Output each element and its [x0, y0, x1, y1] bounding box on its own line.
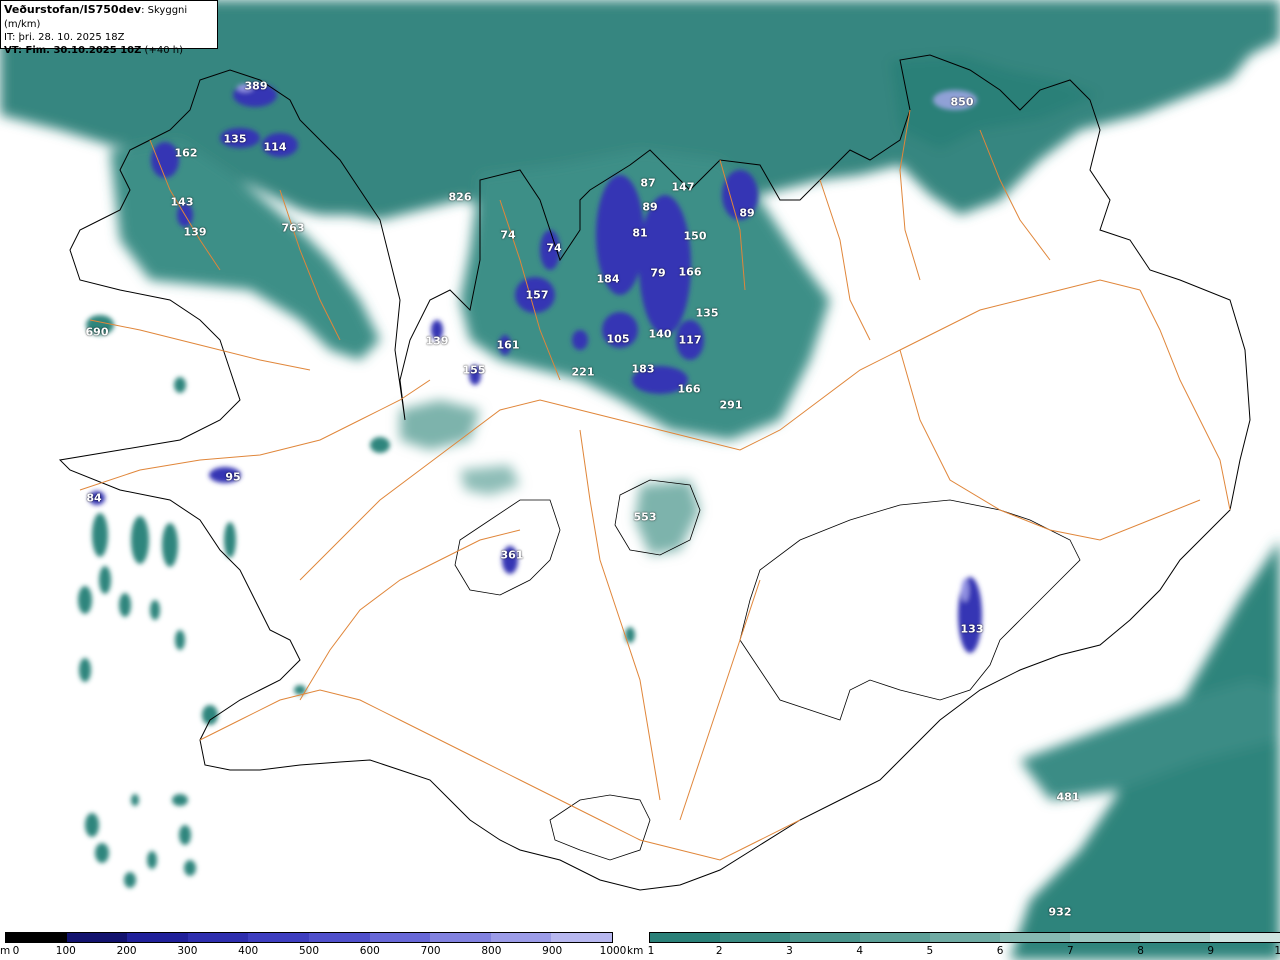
- visibility-km-patches: [78, 315, 635, 888]
- visibility-value-label: 826: [448, 190, 472, 204]
- legend-tick-label: 100: [55, 945, 76, 957]
- legend-swatch: [248, 933, 309, 942]
- legend-swatch: [1210, 933, 1280, 942]
- legend-tick-label: 700: [420, 945, 441, 957]
- legend-tick-label: 200: [116, 945, 137, 957]
- legend-tick-label: 2: [715, 945, 723, 957]
- legend-swatch: [6, 933, 67, 942]
- visibility-value-label: 166: [677, 382, 701, 396]
- header-title-line: Veðurstofan/IS750dev: Skyggni (m/km): [4, 3, 214, 31]
- legend-tick-label: 10: [1274, 945, 1280, 957]
- visibility-value-label: 89: [739, 206, 755, 220]
- legend-swatch: [187, 933, 249, 942]
- legend-swatch: [490, 933, 552, 942]
- visibility-value-label: 690: [85, 325, 109, 339]
- legend-swatch: [308, 933, 370, 942]
- visibility-value-label: 291: [719, 398, 743, 412]
- visibility-value-label: 89: [642, 200, 658, 214]
- visibility-value-label: 114: [263, 140, 287, 154]
- visibility-value-label: 166: [678, 265, 702, 279]
- legend-visibility-km: km 1 2 3 4 5 6 7 8 9 10: [625, 932, 1280, 958]
- legend-tick-label: 5: [926, 945, 934, 957]
- legend-swatch: [930, 933, 1000, 942]
- visibility-value-label: 105: [606, 332, 630, 346]
- legend-tick-label: 900: [542, 945, 563, 957]
- header-init-time: IT: þri. 28. 10. 2025 18Z: [4, 32, 125, 43]
- legend-tick-label: 6: [996, 945, 1004, 957]
- visibility-value-label: 84: [86, 491, 102, 505]
- legend-swatch: [720, 933, 790, 942]
- visibility-value-label: 135: [695, 306, 719, 320]
- visibility-value-label: 763: [281, 221, 305, 235]
- visibility-value-label: 155: [462, 363, 486, 377]
- legend-swatch: [1140, 933, 1210, 942]
- visibility-value-label: 150: [683, 229, 707, 243]
- legend-km-unit: km: [627, 945, 644, 957]
- visibility-value-label: 95: [225, 470, 241, 484]
- legend-swatch: [127, 933, 188, 942]
- visibility-value-label: 389: [244, 79, 268, 93]
- header-source: Veðurstofan/IS750dev: [4, 3, 142, 16]
- legend-m-colorbar: [5, 932, 613, 943]
- legend-tick-label: 4: [856, 945, 863, 957]
- visibility-value-label: 139: [183, 225, 207, 239]
- visibility-value-label: 184: [596, 272, 620, 286]
- legend-tick-label: 9: [1207, 945, 1215, 957]
- legend-swatch: [66, 933, 128, 942]
- visibility-value-label: 162: [174, 146, 198, 160]
- visibility-value-label: 81: [632, 226, 648, 240]
- legend-tick-label: 400: [238, 945, 259, 957]
- map-viewer: 389 135 114 162 143 139 763 826 87 147 89 89 74 74 81 1…: [0, 0, 1280, 960]
- legend-tick-label: 1: [647, 945, 655, 957]
- visibility-value-label: 74: [546, 241, 562, 255]
- header-valid-time: VT: Fim. 30.10.2025 10Z: [4, 45, 142, 56]
- legend-tick-label: 800: [481, 945, 502, 957]
- legend-tick-label: 300: [177, 945, 198, 957]
- legend-tick-label: 7: [1066, 945, 1074, 957]
- visibility-value-label: 221: [571, 365, 595, 379]
- legend-swatch: [430, 933, 491, 942]
- legend-tick-label: 8: [1137, 945, 1144, 957]
- legend-swatch: [790, 933, 860, 942]
- legend-tick-label: 500: [298, 945, 320, 957]
- legend-swatch: [650, 933, 720, 942]
- legend-swatch: [1000, 933, 1070, 942]
- legend-tick-label: 1000: [599, 945, 627, 957]
- legend-m-unit: m: [0, 945, 11, 957]
- visibility-value-label: 183: [631, 362, 655, 376]
- legend-swatch: [860, 933, 930, 942]
- visibility-value-label: 850: [950, 95, 974, 109]
- legend-tick-label: 3: [786, 945, 793, 957]
- visibility-value-label: 481: [1056, 790, 1080, 804]
- glacier-outlines: [454, 479, 1081, 861]
- visibility-value-label: 135: [223, 132, 247, 146]
- visibility-value-label: 161: [496, 338, 520, 352]
- visibility-value-label: 147: [671, 180, 695, 194]
- visibility-value-label: 143: [170, 195, 194, 209]
- visibility-value-label: 139: [425, 334, 449, 348]
- visibility-km-field: [0, 0, 1280, 960]
- legend-swatch: [369, 933, 431, 942]
- forecast-map: [0, 0, 1280, 960]
- visibility-value-label: 79: [650, 266, 666, 280]
- map-header: Veðurstofan/IS750dev: Skyggni (m/km) IT:…: [0, 0, 218, 56]
- legend-km-colorbar: [649, 932, 1280, 943]
- legend-visibility-m: m 0 100 200 300 400 500 600 700 800 900 1000: [0, 932, 626, 958]
- visibility-value-label: 361: [500, 548, 524, 562]
- visibility-value-label: 932: [1048, 905, 1072, 919]
- visibility-value-label: 133: [960, 622, 984, 636]
- legend-tick-label: 0: [12, 945, 20, 957]
- header-valid-line: VT: Fim. 30.10.2025 10Z (+40 h): [4, 44, 214, 57]
- visibility-value-label: 74: [500, 228, 516, 242]
- visibility-value-label: 117: [678, 333, 702, 347]
- visibility-value-label: 553: [633, 510, 657, 524]
- legend-swatch: [551, 933, 612, 942]
- visibility-value-label: 87: [640, 176, 656, 190]
- header-lead-time: (+40 h): [141, 45, 183, 56]
- visibility-value-label: 157: [525, 288, 549, 302]
- legend-tick-label: 600: [359, 945, 380, 957]
- legend-swatch: [1070, 933, 1140, 942]
- visibility-value-label: 140: [648, 327, 672, 341]
